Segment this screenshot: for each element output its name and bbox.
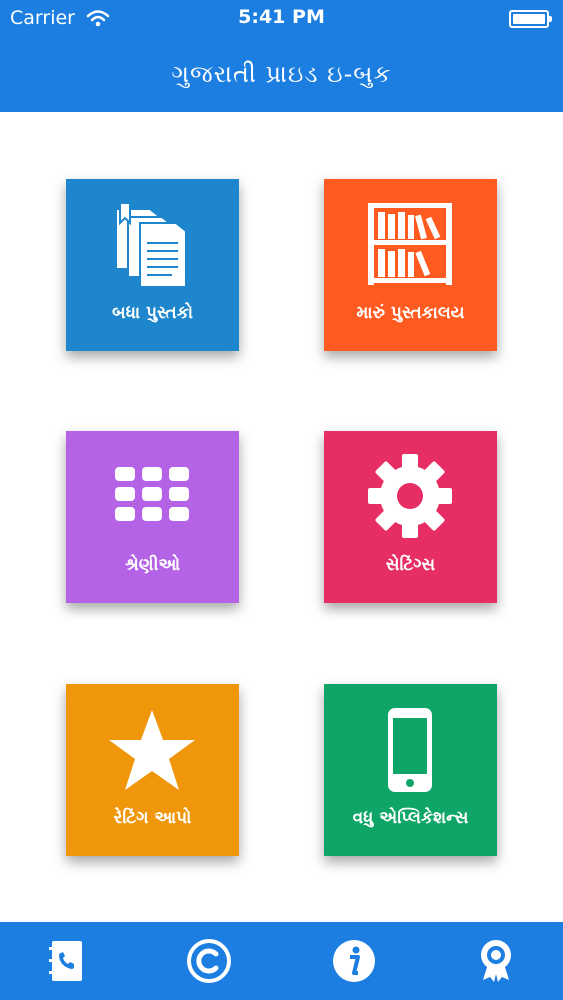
all-books-label: બધા પુસ્તકો xyxy=(112,303,193,323)
page-title: ગુજરાતી પ્રાઇડ ઇ-બુક xyxy=(171,60,392,88)
all-books-tile[interactable]: બધા પુસ્તકો xyxy=(66,179,239,351)
nav-bar: ગુજરાતી પ્રાઇડ ઇ-બુક xyxy=(0,36,563,112)
rate-app-tile[interactable]: રેટિંગ આપો xyxy=(66,684,239,856)
more-apps-label: વધુ એપ્લિકેશન્સ xyxy=(352,808,469,828)
my-library-label: મારું પુસ્તકાલય xyxy=(356,303,465,323)
copyright-icon[interactable] xyxy=(186,938,232,984)
info-icon[interactable] xyxy=(331,938,377,984)
settings-label: સેટિંગ્સ xyxy=(385,555,436,575)
bookshelf-icon xyxy=(368,203,452,285)
battery-icon xyxy=(509,10,552,28)
grid-icon xyxy=(115,467,189,521)
status-bar: Carrier 5:41 PM xyxy=(0,0,563,36)
more-apps-tile[interactable]: વધુ એપ્લિકેશન્સ xyxy=(324,684,497,856)
award-ribbon-icon[interactable] xyxy=(473,938,519,984)
settings-tile[interactable]: સેટિંગ્સ xyxy=(324,431,497,603)
clock: 5:41 PM xyxy=(238,6,325,28)
categories-label: શ્રેણીઓ xyxy=(124,555,181,575)
phone-icon xyxy=(388,708,432,792)
rate-app-label: રેટિંગ આપો xyxy=(113,808,192,828)
bottom-tab-bar xyxy=(0,922,563,1000)
categories-tile[interactable]: શ્રેણીઓ xyxy=(66,431,239,603)
contacts-book-icon[interactable] xyxy=(44,938,90,984)
gear-icon xyxy=(368,454,452,538)
star-icon xyxy=(109,710,195,790)
books-icon xyxy=(115,202,187,288)
my-library-tile[interactable]: મારું પુસ્તકાલય xyxy=(324,179,497,351)
